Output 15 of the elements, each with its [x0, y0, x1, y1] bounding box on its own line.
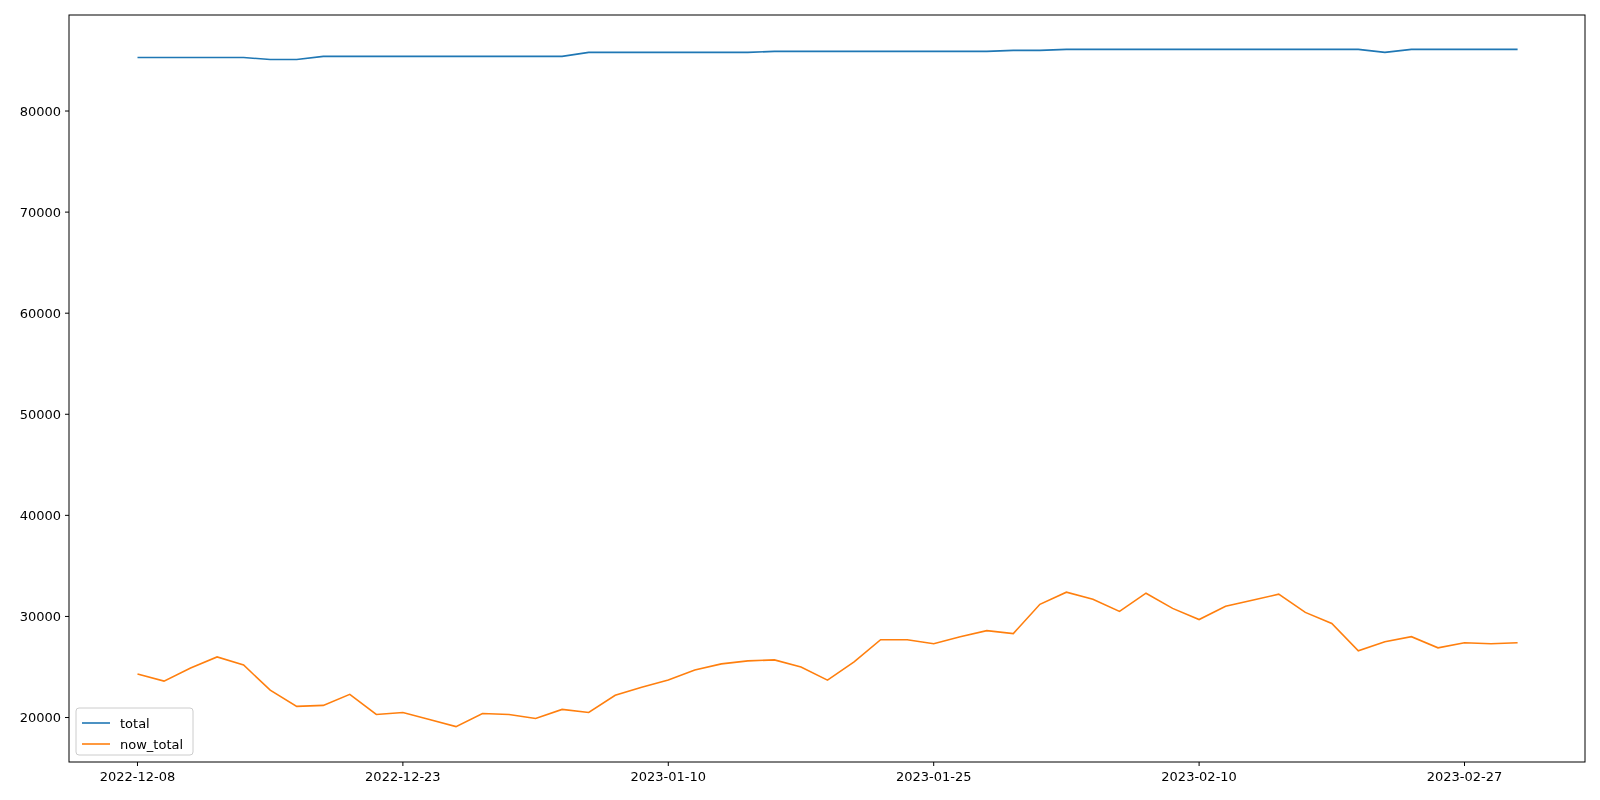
x-axis-label: 2023-02-10 [1161, 769, 1237, 784]
y-axis-label: 20000 [19, 710, 61, 725]
x-axis-label: 2023-01-10 [630, 769, 707, 784]
legend-label: total [120, 715, 150, 731]
y-axis-label: 50000 [19, 406, 61, 422]
y-axis-label: 40000 [19, 507, 61, 523]
y-axis-label: 80000 [19, 103, 61, 119]
legend-label: now_total [120, 736, 184, 752]
x-axis-label: 2022-12-23 [365, 769, 441, 784]
x-axis-label: 2023-02-27 [1426, 769, 1503, 784]
x-axis-label: 2022-12-08 [99, 769, 176, 784]
y-axis-label: 30000 [19, 608, 61, 624]
y-axis-label: 70000 [19, 204, 61, 220]
x-axis-label: 2023-01-25 [895, 769, 972, 784]
y-axis-label: 60000 [19, 305, 61, 321]
